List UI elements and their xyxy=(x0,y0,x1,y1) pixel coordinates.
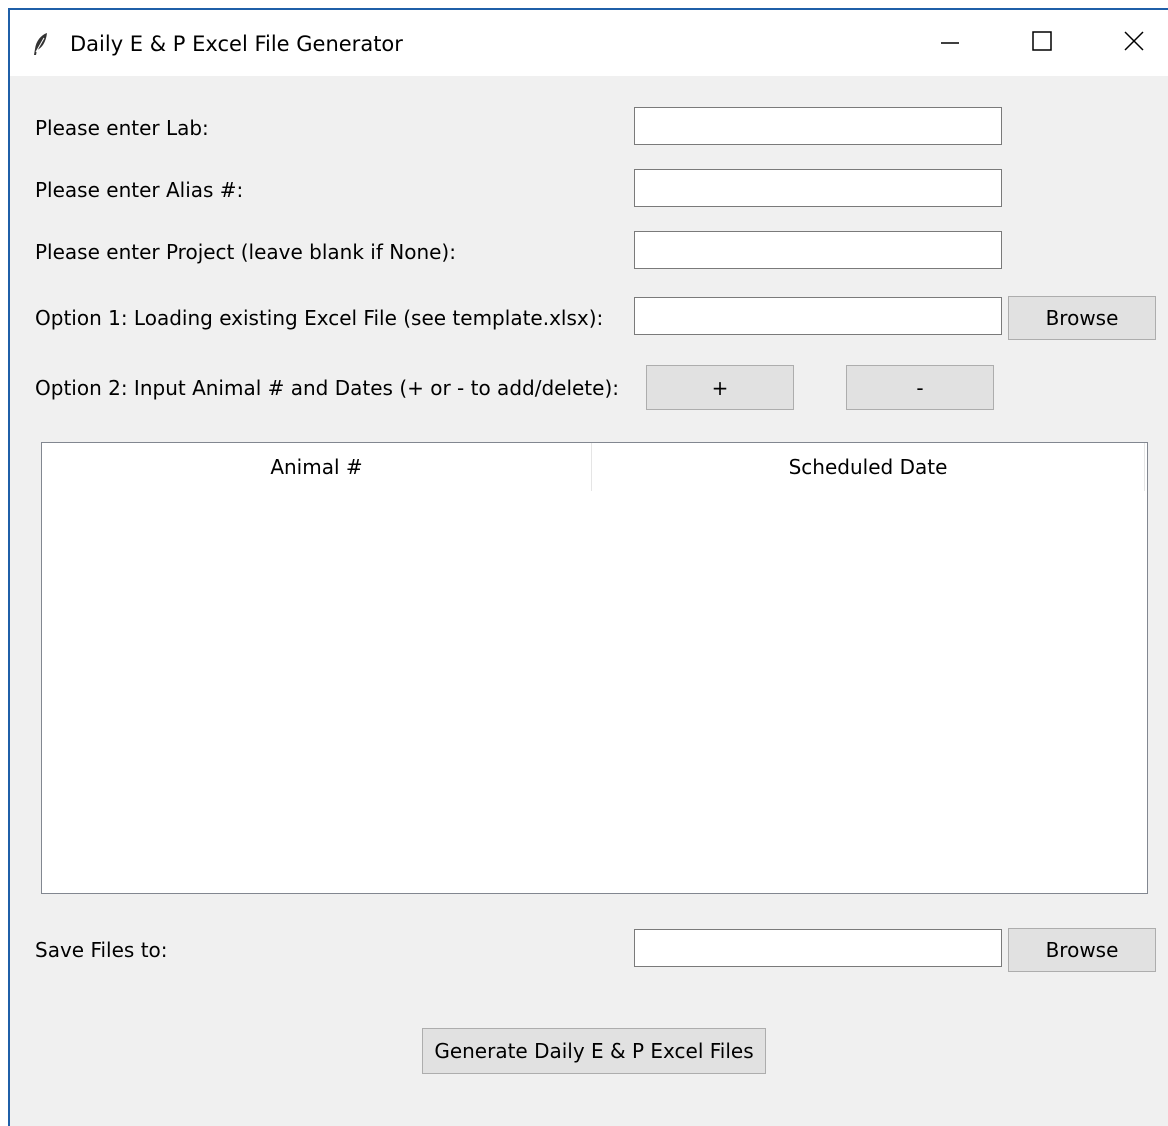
close-button[interactable] xyxy=(1099,18,1168,68)
excel-file-input[interactable] xyxy=(634,297,1002,335)
delete-row-button[interactable]: - xyxy=(846,365,994,410)
excel-file-browse-button[interactable]: Browse xyxy=(1008,296,1156,340)
add-row-button[interactable]: + xyxy=(646,365,794,410)
app-window: Daily E & P Excel File Generator Please … xyxy=(8,8,1168,1126)
alias-label: Please enter Alias #: xyxy=(35,178,244,202)
maximize-icon xyxy=(1031,30,1053,56)
option2-label: Option 2: Input Animal # and Dates (+ or… xyxy=(35,376,619,400)
minimize-button[interactable] xyxy=(915,18,985,68)
column-header-scheduled-date[interactable]: Scheduled Date xyxy=(592,443,1145,491)
animal-table[interactable]: Animal # Scheduled Date xyxy=(41,442,1148,894)
save-browse-button[interactable]: Browse xyxy=(1008,928,1156,972)
project-input[interactable] xyxy=(634,231,1002,269)
save-label: Save Files to: xyxy=(35,938,168,962)
lab-input[interactable] xyxy=(634,107,1002,145)
feather-icon xyxy=(32,32,50,56)
window-title: Daily E & P Excel File Generator xyxy=(70,32,403,56)
minimize-icon xyxy=(939,30,961,56)
project-label: Please enter Project (leave blank if Non… xyxy=(35,240,456,264)
alias-input[interactable] xyxy=(634,169,1002,207)
close-icon xyxy=(1123,30,1145,56)
generate-button[interactable]: Generate Daily E & P Excel Files xyxy=(422,1028,766,1074)
column-header-animal[interactable]: Animal # xyxy=(42,443,592,491)
save-path-input[interactable] xyxy=(634,929,1002,967)
option1-label: Option 1: Loading existing Excel File (s… xyxy=(35,306,604,330)
table-header: Animal # Scheduled Date xyxy=(42,443,1147,491)
maximize-button[interactable] xyxy=(1007,18,1077,68)
title-bar: Daily E & P Excel File Generator xyxy=(10,10,1168,76)
lab-label: Please enter Lab: xyxy=(35,116,209,140)
